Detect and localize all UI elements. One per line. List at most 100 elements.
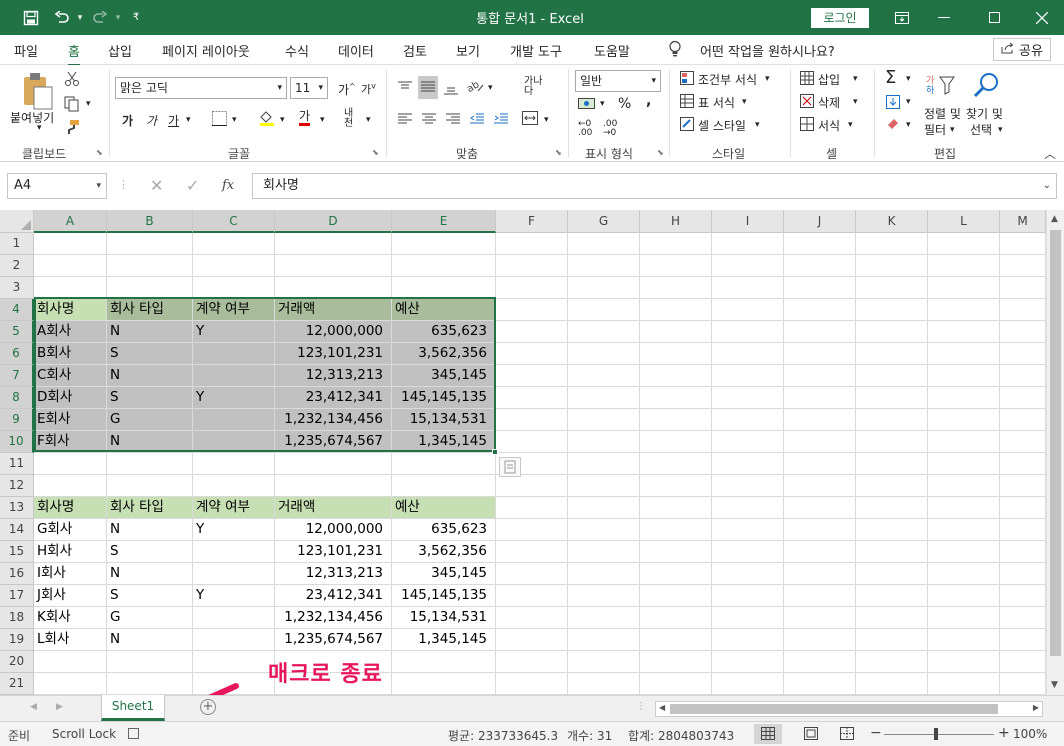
- vertical-scrollbar[interactable]: ▲ ▼: [1046, 210, 1064, 695]
- cell-b3[interactable]: [107, 277, 193, 299]
- format-painter-icon[interactable]: [64, 119, 80, 138]
- cell-m13[interactable]: [1000, 497, 1046, 519]
- chevron-down-icon[interactable]: ▾: [755, 120, 760, 130]
- increase-decimal-icon[interactable]: ←0.00: [578, 120, 592, 138]
- find-select-icon[interactable]: [972, 71, 1000, 102]
- sort-filter-label-2[interactable]: 필터: [924, 121, 946, 138]
- cell-f7[interactable]: [496, 365, 568, 387]
- cell-a16[interactable]: I회사: [34, 563, 107, 585]
- cell-h9[interactable]: [640, 409, 712, 431]
- cell-c11[interactable]: [193, 453, 275, 475]
- cell-a13[interactable]: 회사명: [34, 497, 107, 519]
- prev-sheet-icon[interactable]: ◀: [30, 702, 37, 712]
- normal-view-icon[interactable]: [754, 724, 782, 744]
- cell-k21[interactable]: [856, 673, 928, 695]
- cell-g8[interactable]: [568, 387, 640, 409]
- merge-dropdown-icon[interactable]: ▾: [544, 115, 549, 125]
- cell-h7[interactable]: [640, 365, 712, 387]
- cell-f14[interactable]: [496, 519, 568, 541]
- cell-a5[interactable]: A회사: [34, 321, 107, 343]
- cell-g11[interactable]: [568, 453, 640, 475]
- cell-b4[interactable]: 회사 타입: [107, 299, 193, 321]
- cell-h5[interactable]: [640, 321, 712, 343]
- find-select-dropdown-icon[interactable]: ▾: [998, 125, 1003, 135]
- cell-j19[interactable]: [784, 629, 856, 651]
- column-header-j[interactable]: J: [784, 210, 856, 233]
- cell-d2[interactable]: [275, 255, 392, 277]
- undo-dropdown-icon[interactable]: ▾: [74, 0, 86, 35]
- cell-l17[interactable]: [928, 585, 1000, 607]
- fill-color-dropdown-icon[interactable]: ▾: [280, 115, 285, 125]
- paste-icon[interactable]: [20, 71, 54, 111]
- fill-color-icon[interactable]: [258, 109, 276, 130]
- zoom-level[interactable]: 100%: [1013, 727, 1047, 741]
- chevron-down-icon[interactable]: ▾: [853, 74, 858, 84]
- cell-j5[interactable]: [784, 321, 856, 343]
- cell-c9[interactable]: [193, 409, 275, 431]
- cell-a20[interactable]: [34, 651, 107, 673]
- cell-b16[interactable]: N: [107, 563, 193, 585]
- bold-button[interactable]: 가: [122, 112, 133, 129]
- quick-analysis-icon[interactable]: [499, 457, 521, 477]
- cell-b15[interactable]: S: [107, 541, 193, 563]
- horizontal-scroll-thumb[interactable]: [670, 704, 998, 714]
- row-header-13[interactable]: 13: [0, 497, 34, 519]
- column-header-i[interactable]: I: [712, 210, 784, 233]
- row-header-17[interactable]: 17: [0, 585, 34, 607]
- cell-k7[interactable]: [856, 365, 928, 387]
- cell-j8[interactable]: [784, 387, 856, 409]
- sort-filter-icon[interactable]: 가하: [926, 73, 956, 100]
- cell-l13[interactable]: [928, 497, 1000, 519]
- cell-f19[interactable]: [496, 629, 568, 651]
- cell-l19[interactable]: [928, 629, 1000, 651]
- wrap-text-icon[interactable]: 가나 다: [524, 77, 542, 97]
- cell-a11[interactable]: [34, 453, 107, 475]
- cell-a1[interactable]: [34, 233, 107, 255]
- cell-h18[interactable]: [640, 607, 712, 629]
- cell-a14[interactable]: G회사: [34, 519, 107, 541]
- row-header-16[interactable]: 16: [0, 563, 34, 585]
- cell-f8[interactable]: [496, 387, 568, 409]
- align-middle-icon[interactable]: [418, 76, 438, 99]
- paste-dropdown-icon[interactable]: ▾: [37, 123, 42, 133]
- cell-g15[interactable]: [568, 541, 640, 563]
- cell-i6[interactable]: [712, 343, 784, 365]
- cell-j13[interactable]: [784, 497, 856, 519]
- cell-l12[interactable]: [928, 475, 1000, 497]
- cell-a7[interactable]: C회사: [34, 365, 107, 387]
- cell-d16[interactable]: 12,313,213: [275, 563, 392, 585]
- cell-a2[interactable]: [34, 255, 107, 277]
- cell-j6[interactable]: [784, 343, 856, 365]
- share-button[interactable]: 공유: [993, 38, 1051, 61]
- cell-j12[interactable]: [784, 475, 856, 497]
- cell-e19[interactable]: 1,345,145: [392, 629, 496, 651]
- cell-c8[interactable]: Y: [193, 387, 275, 409]
- cell-b12[interactable]: [107, 475, 193, 497]
- accounting-format-icon[interactable]: [578, 97, 596, 114]
- cell-h17[interactable]: [640, 585, 712, 607]
- scroll-left-icon[interactable]: ◀: [659, 703, 665, 712]
- cell-g7[interactable]: [568, 365, 640, 387]
- tab-file[interactable]: 파일: [14, 41, 38, 60]
- accounting-dropdown-icon[interactable]: ▾: [600, 99, 605, 109]
- cell-k9[interactable]: [856, 409, 928, 431]
- cell-h15[interactable]: [640, 541, 712, 563]
- zoom-slider-thumb[interactable]: [934, 728, 938, 740]
- cell-l14[interactable]: [928, 519, 1000, 541]
- next-sheet-icon[interactable]: ▶: [56, 702, 63, 712]
- cell-styles-button[interactable]: 셀 스타일: [698, 117, 746, 134]
- column-header-b[interactable]: B: [107, 210, 193, 233]
- cell-j9[interactable]: [784, 409, 856, 431]
- scroll-right-icon[interactable]: ▶: [1033, 703, 1039, 712]
- cell-i2[interactable]: [712, 255, 784, 277]
- close-icon[interactable]: [1028, 0, 1056, 35]
- cell-h19[interactable]: [640, 629, 712, 651]
- zoom-slider[interactable]: [884, 734, 994, 735]
- cell-d18[interactable]: 1,232,134,456: [275, 607, 392, 629]
- cell-h11[interactable]: [640, 453, 712, 475]
- autosum-icon[interactable]: Σ: [885, 67, 896, 88]
- align-bottom-icon[interactable]: [444, 83, 458, 98]
- cell-b17[interactable]: S: [107, 585, 193, 607]
- cell-f17[interactable]: [496, 585, 568, 607]
- cell-b8[interactable]: S: [107, 387, 193, 409]
